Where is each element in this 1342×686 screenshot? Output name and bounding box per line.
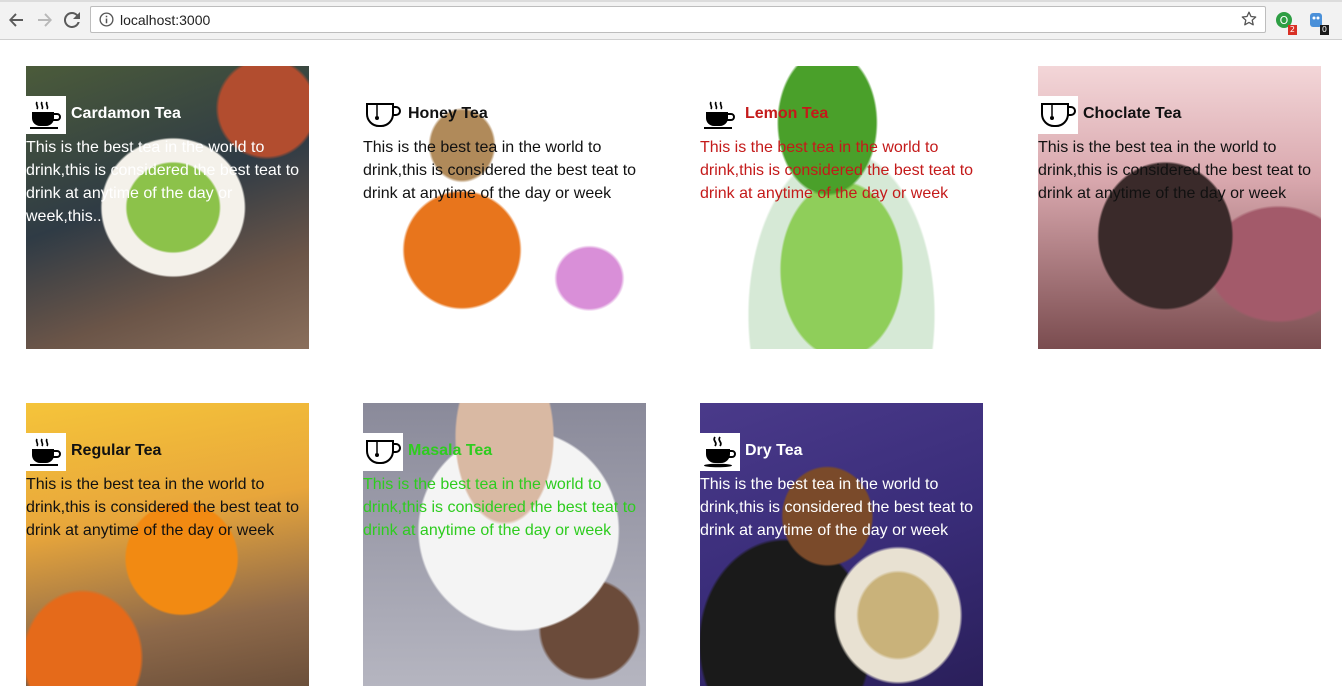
bookmark-star-icon[interactable]	[1241, 11, 1257, 27]
extension-button-2[interactable]: 0	[1307, 11, 1329, 35]
tea-card-choclate[interactable]: Choclate Tea This is the best tea in the…	[1038, 66, 1321, 349]
card-title: Cardamon Tea	[71, 105, 181, 122]
honey-tea-image	[363, 66, 646, 349]
card-description: This is the best tea in the world to dri…	[700, 476, 974, 539]
lemon-tea-image	[700, 66, 983, 349]
tea-card-honey[interactable]: Honey Tea This is the best tea in the wo…	[363, 66, 646, 349]
tea-cup-outline-icon	[363, 96, 403, 134]
tea-card-lemon[interactable]: Lemon Tea This is the best tea in the wo…	[700, 66, 983, 349]
tea-card-regular[interactable]: Regular Tea This is the best tea in the …	[26, 403, 309, 686]
extension-2-badge: 0	[1319, 25, 1329, 35]
masala-tea-image	[363, 403, 646, 686]
card-description: This is the best tea in the world to dri…	[700, 139, 974, 202]
coffee-cup-icon	[26, 96, 66, 134]
forward-button[interactable]	[35, 10, 55, 30]
back-button[interactable]	[6, 10, 26, 30]
card-title: Masala Tea	[408, 442, 493, 459]
steaming-cup-icon	[700, 433, 740, 471]
dry-tea-image	[700, 403, 983, 686]
reload-icon	[64, 12, 80, 28]
card-title: Lemon Tea	[745, 105, 829, 122]
regular-tea-image	[26, 403, 309, 686]
card-description: This is the best tea in the world to dri…	[363, 476, 637, 539]
extension-1-badge: 2	[1287, 25, 1297, 35]
tab-strip-edge	[0, 0, 1342, 2]
forward-arrow-icon	[38, 13, 52, 27]
browser-toolbar: localhost:3000 O 2 0	[0, 0, 1342, 40]
back-arrow-icon	[9, 13, 23, 27]
card-title: Regular Tea	[71, 442, 162, 459]
card-description: This is the best tea in the world to dri…	[26, 139, 300, 225]
card-description: This is the best tea in the world to dri…	[26, 476, 300, 539]
card-title: Choclate Tea	[1083, 105, 1182, 122]
reload-button[interactable]	[62, 10, 82, 30]
extension-button-1[interactable]: O 2	[1275, 11, 1297, 35]
address-bar[interactable]: localhost:3000	[90, 6, 1266, 33]
card-description: This is the best tea in the world to dri…	[363, 139, 637, 202]
coffee-cup-icon	[26, 433, 66, 471]
card-title: Honey Tea	[408, 105, 488, 122]
tea-cup-outline-icon	[1038, 96, 1078, 134]
tea-card-dry[interactable]: Dry Tea This is the best tea in the worl…	[700, 403, 983, 686]
card-description: This is the best tea in the world to dri…	[1038, 139, 1312, 202]
address-url: localhost:3000	[120, 12, 211, 28]
tea-card-cardamon[interactable]: Cardamon Tea This is the best tea in the…	[26, 66, 309, 349]
coffee-cup-icon	[700, 96, 740, 134]
tea-card-masala[interactable]: Masala Tea This is the best tea in the w…	[363, 403, 646, 686]
info-icon[interactable]	[99, 12, 114, 27]
tea-cup-outline-icon	[363, 433, 403, 471]
card-title: Dry Tea	[745, 442, 803, 459]
